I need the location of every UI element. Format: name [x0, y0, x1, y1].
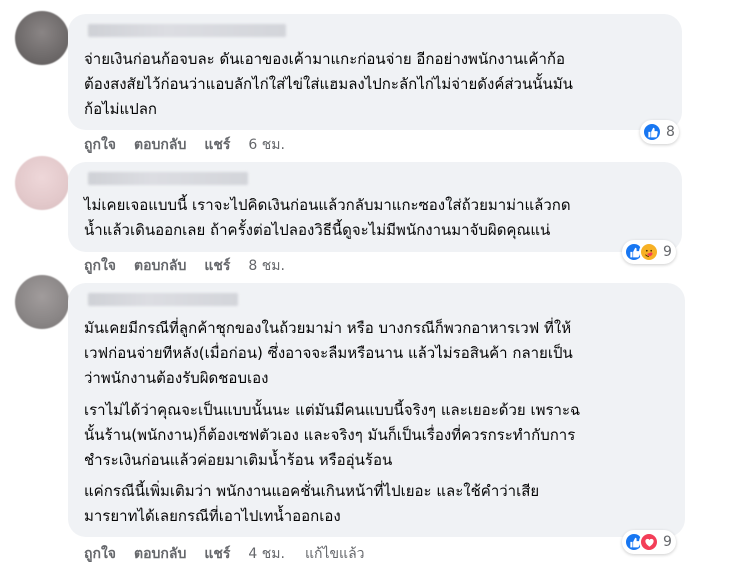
comment-actions: ถูกใจ ตอบกลับ แชร์ 6 ชม.: [84, 134, 305, 156]
care-reaction-icon: [639, 242, 659, 262]
comment-paragraph-3: แค่กรณีนี้เพิ่มเติมว่า พนักงานแอคชั่นเกิ…: [84, 482, 540, 525]
commenter-name-redacted[interactable]: [88, 172, 248, 185]
avatar[interactable]: [15, 156, 69, 210]
reaction-count: 9: [663, 244, 672, 260]
reply-button[interactable]: ตอบกลับ: [134, 543, 186, 565]
love-reaction-icon: [639, 532, 659, 552]
like-reaction-icon: [642, 122, 662, 142]
reaction-count: 9: [663, 534, 672, 550]
commenter-name-redacted[interactable]: [88, 24, 286, 37]
comment-text: จ่ายเงินก่อนก้อจบละ ดันเอาของเค้ามาแกะก่…: [84, 50, 573, 118]
comment-bubble: จ่ายเงินก่อนก้อจบละ ดันเอาของเค้ามาแกะก่…: [68, 14, 682, 130]
comment-actions: ถูกใจ ตอบกลับ แชร์ 4 ชม. แก้ไขแล้ว: [84, 543, 385, 565]
avatar[interactable]: [15, 275, 69, 329]
comment-paragraph-2: เราไม่ได้ว่าคุณจะเป็นแบบนั้นนะ แต่มันมีค…: [84, 401, 581, 469]
comment-actions: ถูกใจ ตอบกลับ แชร์ 8 ชม.: [84, 255, 305, 277]
commenter-name-redacted[interactable]: [88, 293, 238, 306]
comment-bubble: ไม่เคยเจอแบบนี้ เราจะไปคิดเงินก่อนแล้วกล…: [68, 162, 682, 252]
timestamp[interactable]: 6 ชม.: [248, 134, 285, 156]
comment-bubble: มันเคยมีกรณีที่ลูกค้าชุกของในถ้วยมาม่า ห…: [68, 283, 685, 537]
reaction-summary[interactable]: 8: [640, 120, 679, 144]
avatar[interactable]: [15, 11, 69, 65]
reply-button[interactable]: ตอบกลับ: [134, 134, 186, 156]
timestamp[interactable]: 4 ชม.: [248, 543, 285, 565]
comment-text: ไม่เคยเจอแบบนี้ เราจะไปคิดเงินก่อนแล้วกล…: [84, 196, 571, 239]
share-button[interactable]: แชร์: [204, 255, 230, 277]
reaction-summary[interactable]: 9: [622, 240, 676, 264]
share-button[interactable]: แชร์: [204, 543, 230, 565]
comment-paragraph-1: มันเคยมีกรณีที่ลูกค้าชุกของในถ้วยมาม่า ห…: [84, 319, 573, 387]
timestamp[interactable]: 8 ชม.: [248, 255, 285, 277]
share-button[interactable]: แชร์: [204, 134, 230, 156]
like-button[interactable]: ถูกใจ: [84, 543, 116, 565]
reaction-count: 8: [666, 124, 675, 140]
edited-label[interactable]: แก้ไขแล้ว: [305, 543, 365, 565]
reply-button[interactable]: ตอบกลับ: [134, 255, 186, 277]
like-button[interactable]: ถูกใจ: [84, 255, 116, 277]
reaction-summary[interactable]: 9: [622, 530, 676, 554]
like-button[interactable]: ถูกใจ: [84, 134, 116, 156]
